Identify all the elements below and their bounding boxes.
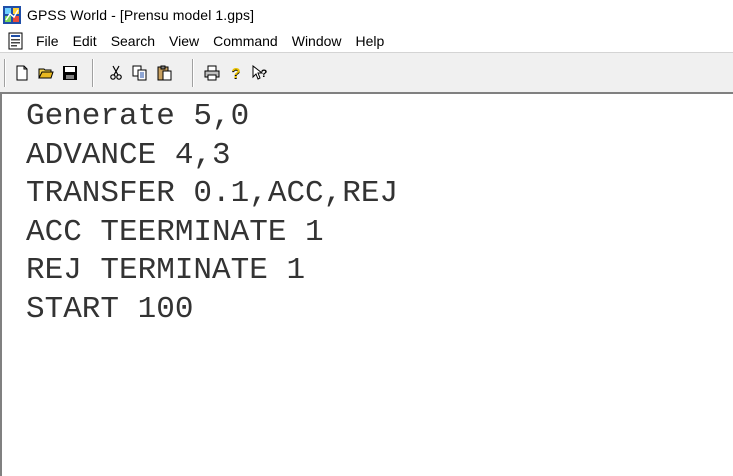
svg-text:?: ? <box>231 65 240 81</box>
document-icon[interactable] <box>7 32 25 50</box>
menu-command[interactable]: Command <box>206 30 285 52</box>
menu-help[interactable]: Help <box>349 30 392 52</box>
context-help-button[interactable]: ? <box>249 62 271 84</box>
toolbar: ? ? ? <box>0 52 733 92</box>
code-editor[interactable]: Generate 5,0 ADVANCE 4,3 TRANSFER 0.1,AC… <box>0 92 733 476</box>
save-icon <box>63 66 77 80</box>
help-icon: ? ? <box>231 65 240 81</box>
toolbar-grip <box>4 59 6 87</box>
gpss-app-icon[interactable] <box>3 6 21 24</box>
save-file-button[interactable] <box>59 62 81 84</box>
menu-search[interactable]: Search <box>104 30 162 52</box>
help-button[interactable]: ? ? <box>225 62 247 84</box>
paste-icon <box>157 65 172 81</box>
code-line[interactable]: ACC TEERMINATE 1 <box>26 214 324 252</box>
open-file-button[interactable] <box>35 62 57 84</box>
misc-button-group: ? ? ? <box>200 59 272 87</box>
copy-button[interactable] <box>129 62 151 84</box>
menu-file[interactable]: File <box>29 30 66 52</box>
cut-icon <box>110 65 122 80</box>
code-line[interactable]: START 100 <box>26 291 193 329</box>
context-help-icon: ? <box>252 65 268 80</box>
code-line[interactable]: Generate 5,0 <box>26 98 249 136</box>
toolbar-separator <box>92 59 94 87</box>
toolbar-separator <box>192 59 194 87</box>
code-line[interactable]: REJ TERMINATE 1 <box>26 252 305 290</box>
copy-icon <box>132 65 147 81</box>
svg-text:?: ? <box>261 68 268 80</box>
menu-view[interactable]: View <box>162 30 206 52</box>
menu-window[interactable]: Window <box>285 30 349 52</box>
print-button[interactable] <box>201 62 223 84</box>
print-icon <box>204 65 220 81</box>
app-window: GPSS World - [Prensu model 1.gps] File E… <box>0 0 733 476</box>
code-line[interactable]: TRANSFER 0.1,ACC,REJ <box>26 175 398 213</box>
title-bar: GPSS World - [Prensu model 1.gps] <box>0 0 733 30</box>
code-line[interactable]: ADVANCE 4,3 <box>26 137 231 175</box>
cut-button[interactable] <box>105 62 127 84</box>
file-button-group <box>10 59 82 87</box>
edit-button-group <box>104 59 176 87</box>
paste-button[interactable] <box>153 62 175 84</box>
new-file-button[interactable] <box>11 62 33 84</box>
open-folder-icon <box>38 68 54 79</box>
new-file-icon <box>16 65 28 81</box>
menu-edit[interactable]: Edit <box>66 30 104 52</box>
window-title: GPSS World - [Prensu model 1.gps] <box>27 7 255 23</box>
menu-bar: File Edit Search View Command Window Hel… <box>0 30 733 52</box>
